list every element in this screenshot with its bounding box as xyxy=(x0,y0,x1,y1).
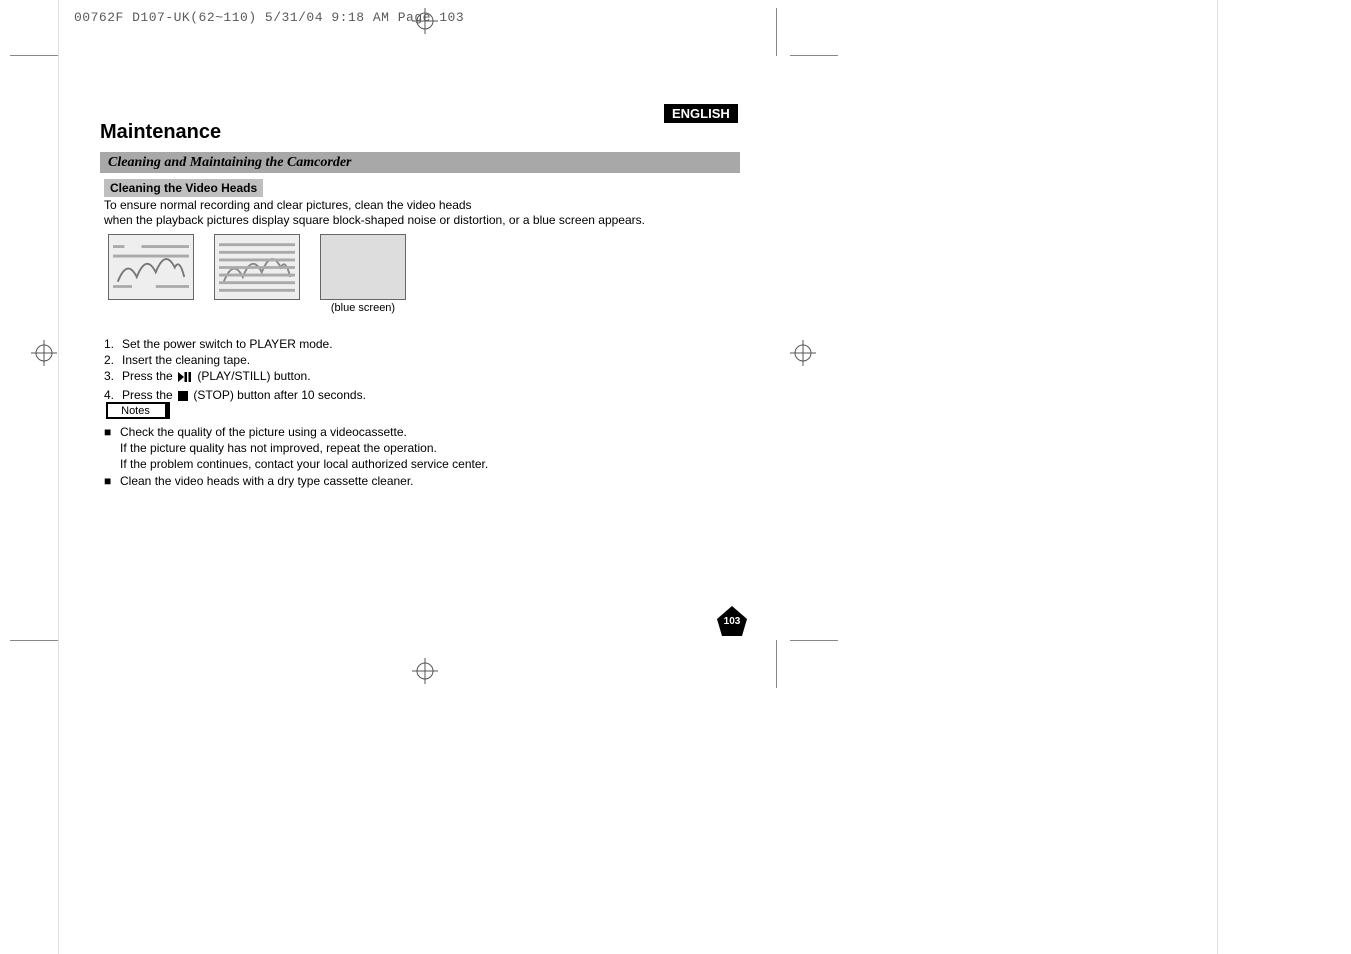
language-badge: ENGLISH xyxy=(664,104,738,123)
note-line: Clean the video heads with a dry type ca… xyxy=(120,473,414,489)
illustration-row: (blue screen) xyxy=(108,234,406,314)
note-line: If the problem continues, contact your l… xyxy=(120,456,488,472)
illustration xyxy=(108,234,194,302)
notes-list: ■ Check the quality of the picture using… xyxy=(104,424,488,489)
print-meta-line: 00762F D107-UK(62~110) 5/31/04 9:18 AM P… xyxy=(74,10,464,25)
crop-rule xyxy=(10,640,58,641)
chapter-title: Maintenance xyxy=(100,121,221,144)
square-bullet-icon: ■ xyxy=(104,473,120,489)
subheading: Cleaning the Video Heads xyxy=(104,179,263,197)
intro-text: To ensure normal recording and clear pic… xyxy=(104,198,744,228)
crop-rule xyxy=(776,8,777,56)
playback-heavy-noise-icon xyxy=(219,239,295,296)
intro-line: when the playback pictures display squar… xyxy=(104,213,744,228)
page-number: 103 xyxy=(717,616,747,627)
step-item: 3. Press the (PLAY/STILL) button. xyxy=(104,368,366,386)
step-text-pre: Press the xyxy=(122,388,176,402)
registration-mark-icon xyxy=(412,8,438,34)
illustration xyxy=(214,234,300,302)
play-still-icon xyxy=(178,370,192,386)
step-text: Set the power switch to PLAYER mode. xyxy=(122,336,333,352)
illustration-box xyxy=(108,234,194,300)
note-item: ■ Clean the video heads with a dry type … xyxy=(104,473,488,489)
playback-noise-icon xyxy=(113,239,189,296)
page-number-badge: 103 xyxy=(717,606,747,636)
step-text-post: (PLAY/STILL) button. xyxy=(197,369,310,383)
intro-line: To ensure normal recording and clear pic… xyxy=(104,198,744,213)
illustration-box xyxy=(320,234,406,300)
steps-list: 1. Set the power switch to PLAYER mode. … xyxy=(104,336,366,405)
step-number: 1. xyxy=(104,336,122,352)
step-text: Press the (PLAY/STILL) button. xyxy=(122,368,311,386)
step-text-pre: Press the xyxy=(122,369,176,383)
crop-rule xyxy=(10,55,58,56)
registration-mark-icon xyxy=(790,340,816,366)
crop-rule xyxy=(790,640,838,641)
step-text: Insert the cleaning tape. xyxy=(122,352,250,368)
registration-mark-icon xyxy=(31,340,57,366)
step-text-post: (STOP) button after 10 seconds. xyxy=(193,388,366,402)
illustration: (blue screen) xyxy=(320,234,406,314)
illustration-caption: (blue screen) xyxy=(320,302,406,314)
illustration-box xyxy=(214,234,300,300)
crop-rule xyxy=(790,55,838,56)
step-item: 1. Set the power switch to PLAYER mode. xyxy=(104,336,366,352)
crop-rule xyxy=(776,640,777,688)
square-bullet-icon: ■ xyxy=(104,424,120,473)
step-number: 3. xyxy=(104,368,122,386)
registration-mark-icon xyxy=(412,658,438,684)
note-item: ■ Check the quality of the picture using… xyxy=(104,424,488,473)
notes-label: Notes xyxy=(106,402,170,419)
stop-icon xyxy=(178,389,188,405)
section-heading: Cleaning and Maintaining the Camcorder xyxy=(100,152,740,173)
step-number: 2. xyxy=(104,352,122,368)
note-line: If the picture quality has not improved,… xyxy=(120,440,488,456)
note-line: Check the quality of the picture using a… xyxy=(120,424,488,440)
step-item: 2. Insert the cleaning tape. xyxy=(104,352,366,368)
